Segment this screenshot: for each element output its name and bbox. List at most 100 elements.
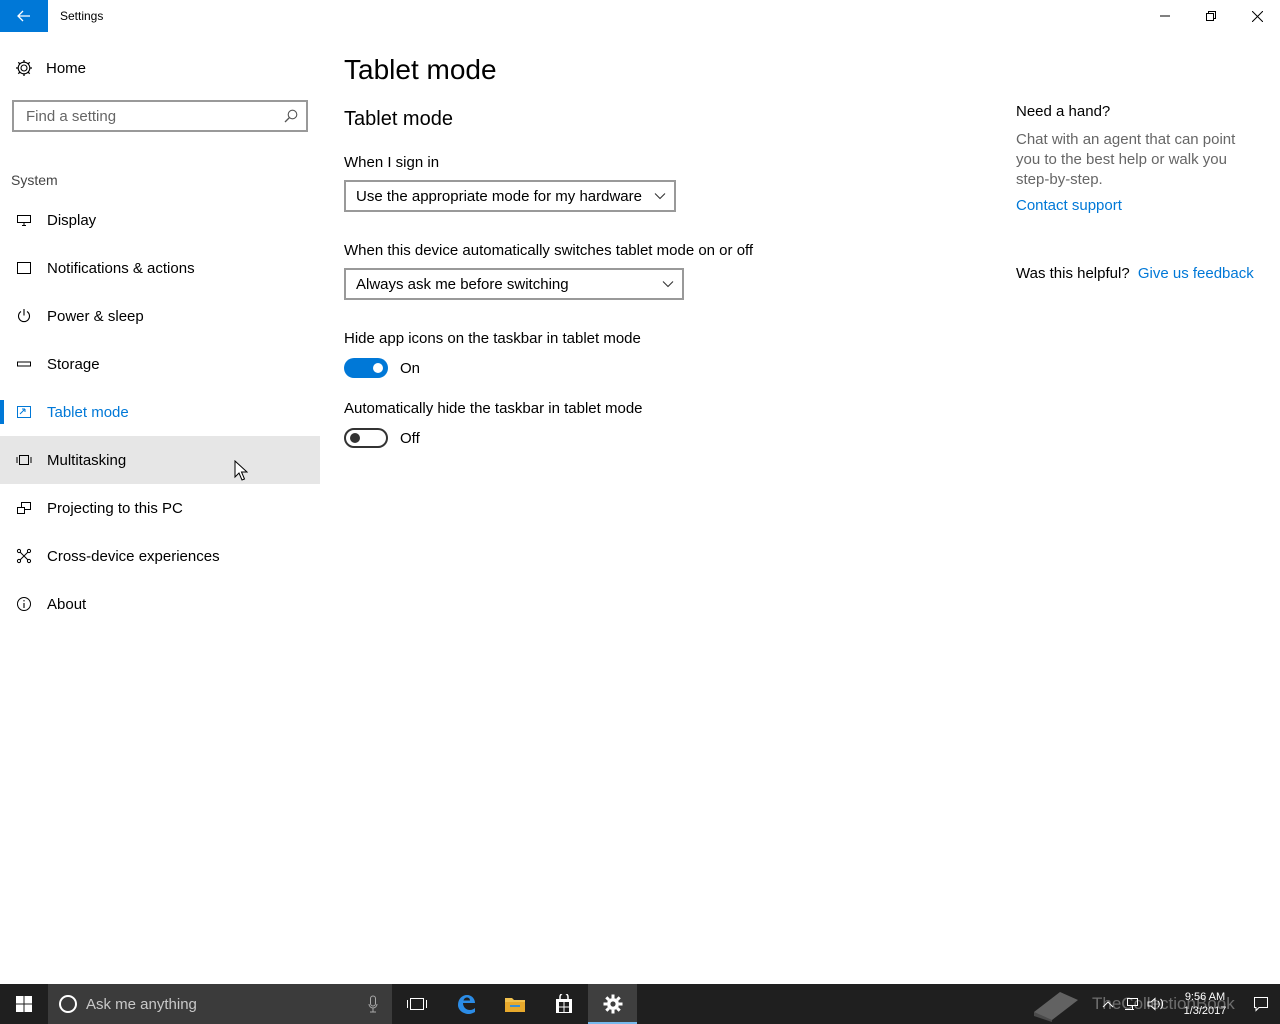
restore-button[interactable] — [1188, 0, 1234, 32]
system-tray: 9:56 AM 1/3/2017 — [1096, 984, 1280, 1024]
cortana-search-placeholder: Ask me anything — [86, 995, 197, 1013]
feedback-link[interactable]: Give us feedback — [1138, 265, 1254, 282]
help-heading: Need a hand? — [1016, 103, 1111, 120]
file-explorer-icon — [504, 998, 525, 1012]
window-title: Settings — [60, 9, 104, 23]
sidebar: Home System Display Notifications & acti… — [0, 32, 320, 984]
title-bar: Settings — [0, 0, 1280, 32]
sidebar-item-display[interactable]: Display — [0, 196, 320, 244]
toggle-knob — [350, 433, 360, 443]
hide-icons-state: On — [400, 359, 421, 377]
sign-in-label: When I sign in — [344, 154, 440, 171]
home-label: Home — [46, 59, 87, 77]
cortana-icon — [59, 995, 77, 1013]
task-view-button[interactable] — [392, 984, 441, 1024]
mouse-cursor-icon — [234, 459, 249, 487]
clock-time: 9:56 AM — [1184, 991, 1226, 1003]
hide-icons-label: Hide app icons on the taskbar in tablet … — [344, 330, 641, 347]
windows-logo-icon — [16, 996, 32, 1012]
gear-icon — [0, 59, 46, 77]
sidebar-home[interactable]: Home — [0, 46, 320, 90]
hide-taskbar-label: Automatically hide the taskbar in tablet… — [344, 400, 643, 417]
helpful-label: Was this helpful? — [1016, 265, 1130, 282]
task-view-icon — [406, 998, 427, 1010]
hide-taskbar-state: Off — [400, 429, 420, 447]
clock-date: 1/3/2017 — [1183, 1005, 1227, 1017]
sidebar-nav: Display Notifications & actions Power & … — [0, 196, 320, 628]
toggle-knob — [373, 363, 383, 373]
switch-label: When this device automatically switches … — [344, 242, 754, 259]
settings-taskbar-button[interactable] — [588, 984, 637, 1024]
sidebar-item-about[interactable]: About — [0, 580, 320, 628]
switch-value: Always ask me before switching — [356, 275, 569, 293]
sidebar-item-tablet-mode[interactable]: Tablet mode — [0, 388, 320, 436]
store-button[interactable] — [539, 984, 588, 1024]
notifications-icon — [0, 261, 47, 275]
display-icon — [0, 213, 47, 227]
helpful-row: Was this helpful? Give us feedback — [1016, 265, 1254, 282]
gear-icon — [603, 994, 622, 1014]
hide-taskbar-toggle-row: Off — [344, 428, 420, 448]
sidebar-item-label: Tablet mode — [47, 403, 129, 421]
sidebar-item-label: About — [47, 595, 87, 613]
contact-support-link[interactable]: Contact support — [1016, 197, 1122, 214]
network-button[interactable] — [1120, 984, 1144, 1024]
sidebar-item-storage[interactable]: Storage — [0, 340, 320, 388]
sidebar-item-label: Multitasking — [47, 451, 127, 469]
edge-button[interactable] — [441, 984, 490, 1024]
storage-icon — [0, 359, 47, 369]
sign-in-dropdown[interactable]: Use the appropriate mode for my hardware — [344, 180, 676, 212]
microphone-icon — [368, 995, 378, 1013]
network-icon — [1125, 998, 1138, 1010]
find-setting-search[interactable] — [12, 100, 308, 132]
minimize-icon — [1160, 15, 1170, 17]
action-center-button[interactable] — [1242, 984, 1280, 1024]
switch-dropdown[interactable]: Always ask me before switching — [344, 268, 684, 300]
cortana-search-box[interactable]: Ask me anything — [48, 984, 392, 1024]
sidebar-item-label: Storage — [47, 355, 100, 373]
hide-taskbar-toggle[interactable] — [344, 428, 388, 448]
search-input[interactable] — [24, 106, 284, 126]
show-hidden-icons-button[interactable] — [1096, 984, 1120, 1024]
info-icon — [0, 596, 47, 612]
action-center-icon — [1254, 997, 1268, 1012]
section-label-system: System — [11, 172, 58, 188]
book-icon — [1034, 992, 1078, 1022]
sign-in-value: Use the appropriate mode for my hardware — [356, 187, 642, 205]
close-button[interactable] — [1234, 0, 1280, 32]
sidebar-item-label: Cross-device experiences — [47, 547, 220, 565]
sidebar-item-multitasking[interactable]: Multitasking — [0, 436, 320, 484]
file-explorer-button[interactable] — [490, 984, 539, 1024]
edge-icon — [457, 995, 475, 1014]
chevron-down-icon — [654, 193, 666, 200]
window-controls — [1142, 0, 1280, 32]
close-icon — [1251, 10, 1263, 22]
sidebar-item-power-sleep[interactable]: Power & sleep — [0, 292, 320, 340]
sidebar-item-notifications[interactable]: Notifications & actions — [0, 244, 320, 292]
sidebar-item-projecting[interactable]: Projecting to this PC — [0, 484, 320, 532]
power-icon — [0, 308, 47, 324]
projecting-icon — [0, 501, 47, 515]
clock[interactable]: 9:56 AM 1/3/2017 — [1168, 990, 1242, 1018]
sidebar-item-cross-device[interactable]: Cross-device experiences — [0, 532, 320, 580]
multitasking-icon — [0, 454, 47, 466]
cross-device-icon — [0, 548, 47, 564]
volume-button[interactable] — [1144, 984, 1168, 1024]
chevron-up-icon — [1102, 1001, 1114, 1008]
taskbar: Ask me anything TheCollectionBook 9:56 A… — [0, 984, 1280, 1024]
start-button[interactable] — [0, 984, 48, 1024]
section-title: Tablet mode — [344, 108, 453, 130]
sidebar-item-label: Display — [47, 211, 97, 229]
sidebar-item-label: Projecting to this PC — [47, 499, 183, 517]
hide-icons-toggle[interactable] — [344, 358, 388, 378]
chevron-down-icon — [662, 281, 674, 288]
hide-icons-toggle-row: On — [344, 358, 420, 378]
back-button[interactable] — [0, 0, 48, 32]
sidebar-item-label: Notifications & actions — [47, 259, 195, 277]
tablet-mode-icon — [0, 405, 47, 419]
minimize-button[interactable] — [1142, 0, 1188, 32]
store-icon — [555, 994, 572, 1013]
help-text: Chat with an agent that can point you to… — [1016, 131, 1236, 188]
back-arrow-icon — [17, 10, 30, 22]
search-icon — [284, 109, 298, 123]
